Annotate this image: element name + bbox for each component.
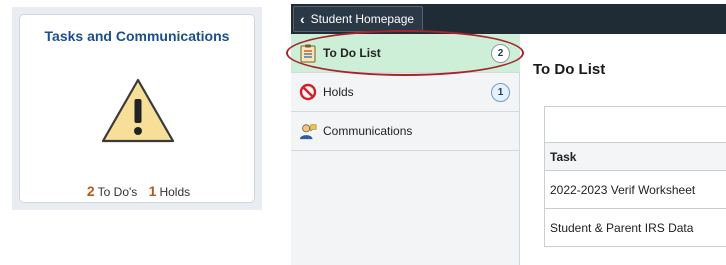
todo-badge: 2 (491, 44, 510, 63)
clipboard-icon (299, 43, 317, 63)
sidebar-item-label: Communications (323, 124, 413, 138)
top-bar: ‹ Student Homepage (291, 4, 726, 34)
page-title: To Do List (533, 61, 606, 78)
sidebar-item-communications[interactable]: Communications (291, 112, 520, 151)
person-chat-icon (299, 121, 317, 141)
main-content: To Do List Task 2022-2023 Verif Workshee… (521, 34, 726, 265)
todo-table: Task 2022-2023 Verif Worksheet Student &… (544, 106, 726, 247)
todo-label: To Do's (97, 185, 138, 199)
chevron-left-icon: ‹ (300, 11, 305, 27)
holds-label: Holds (159, 185, 191, 199)
student-app: ‹ Student Homepage To Do List 2 Holds 1 … (291, 4, 726, 265)
back-button[interactable]: ‹ Student Homepage (293, 6, 424, 32)
table-toolbar (545, 107, 726, 143)
holds-badge: 1 (491, 83, 510, 102)
todo-count: 2 (86, 183, 95, 199)
warning-icon (100, 77, 176, 145)
table-row[interactable]: 2022-2023 Verif Worksheet (545, 171, 726, 209)
sidebar-item-label: To Do List (323, 46, 381, 60)
holds-count: 1 (148, 183, 157, 199)
table-header-task: Task (545, 143, 726, 171)
tile-title: Tasks and Communications (44, 28, 230, 44)
tasks-communications-tile[interactable]: Tasks and Communications 2 To Do's 1 Holds (19, 14, 255, 203)
tile-background: Tasks and Communications 2 To Do's 1 Holds (12, 7, 262, 210)
table-row[interactable]: Student & Parent IRS Data (545, 209, 726, 247)
sidebar-item-to-do-list[interactable]: To Do List 2 (291, 34, 520, 73)
no-entry-icon (299, 82, 317, 102)
back-button-label: Student Homepage (310, 12, 415, 26)
tile-stats: 2 To Do's 1 Holds (20, 183, 254, 199)
sidebar: To Do List 2 Holds 1 Communications (291, 34, 520, 265)
sidebar-item-holds[interactable]: Holds 1 (291, 73, 520, 112)
sidebar-item-label: Holds (323, 85, 354, 99)
